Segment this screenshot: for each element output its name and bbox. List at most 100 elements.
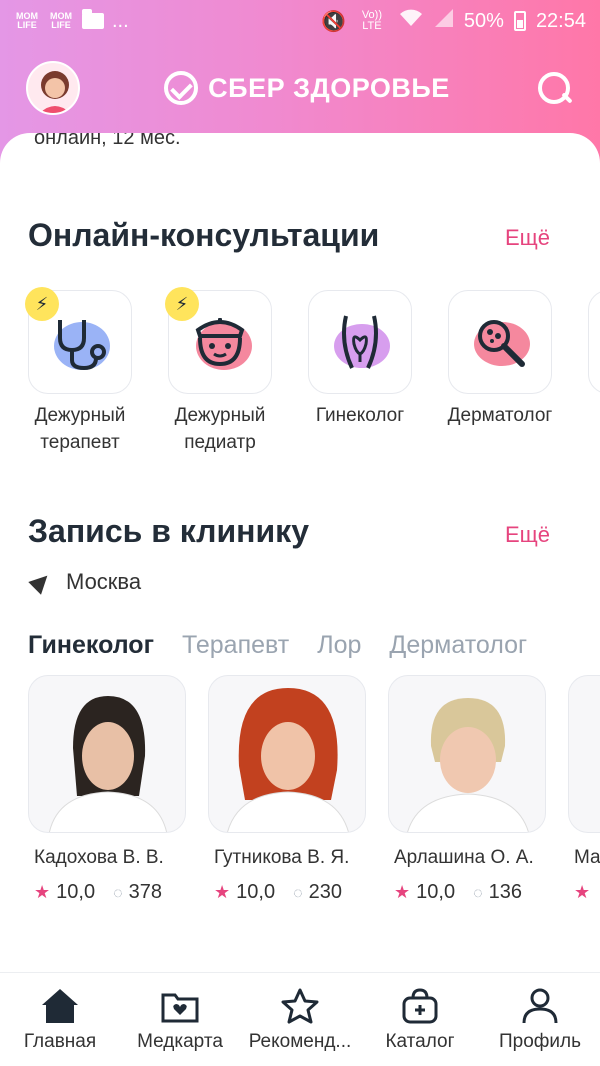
lightning-icon: ⚡ bbox=[25, 287, 59, 321]
consultation-item-pediatrician[interactable]: ⚡ Дежурный педиатр bbox=[165, 287, 272, 456]
logo-check-icon bbox=[164, 71, 199, 105]
consultation-card[interactable] bbox=[308, 290, 412, 394]
main-content: онлайн, 12 мес. Онлайн-консультации Ещё … bbox=[0, 133, 600, 973]
avatar[interactable] bbox=[26, 61, 80, 115]
rating-value: 10,0 bbox=[236, 881, 276, 903]
rating-value: 10,0 bbox=[416, 881, 456, 903]
nav-label: Каталог bbox=[385, 1030, 455, 1052]
rating: ★ 10,0 bbox=[394, 881, 455, 904]
consultations-title: Онлайн-консультации bbox=[28, 217, 380, 253]
logo-text: СБЕР ЗДОРОВЬЕ bbox=[208, 72, 450, 103]
doctor-card[interactable]: Ма ★ bbox=[568, 675, 600, 904]
doctor-photo bbox=[28, 675, 186, 833]
nav-item-profile[interactable]: Профиль bbox=[480, 987, 600, 1053]
consultation-card[interactable] bbox=[448, 290, 552, 394]
home-icon bbox=[42, 988, 78, 1023]
consultations-more-link[interactable]: Ещё bbox=[505, 225, 550, 251]
consultation-label: Дежурный терапевт bbox=[34, 405, 126, 453]
doctor-card[interactable]: Арлашина О. А. ★ 10,0 ◌ 136 bbox=[388, 675, 546, 904]
reviews: ◌ 230 bbox=[293, 881, 342, 904]
consultation-card[interactable]: ⚡ bbox=[25, 287, 132, 394]
bag-icon bbox=[402, 987, 438, 1023]
nav-item-home[interactable]: Главная bbox=[0, 987, 120, 1053]
doctor-stats: ★ 10,0 ◌ 230 bbox=[208, 881, 366, 904]
star-icon: ★ bbox=[214, 882, 231, 902]
mute-icon: 🔇 bbox=[321, 10, 346, 33]
rating-value: 10,0 bbox=[56, 881, 96, 903]
reviews: ◌ 136 bbox=[473, 881, 522, 904]
consultation-item-dermatologist[interactable]: Дерматолог bbox=[448, 290, 552, 456]
doctor-name: Кадохова В. В. bbox=[34, 847, 164, 868]
reviews: ◌ 378 bbox=[113, 881, 162, 904]
clinic-title: Запись в клинику bbox=[28, 513, 309, 549]
momlife-icon: MOM LIFE bbox=[16, 11, 38, 30]
doctor-name: Арлашина О. А. bbox=[394, 847, 534, 868]
signal-text: Vo)) LTE bbox=[361, 9, 382, 32]
doctor-portrait bbox=[227, 688, 349, 832]
comment-icon: ◌ bbox=[113, 885, 123, 902]
consultation-label: Гинеколог bbox=[315, 405, 405, 426]
avatar-image bbox=[39, 71, 71, 113]
consultation-card[interactable] bbox=[588, 290, 600, 394]
consultation-item-therapist[interactable]: ⚡ Дежурный терапевт bbox=[25, 287, 132, 456]
doctor-stats: ★ bbox=[568, 881, 600, 904]
doctor-photo bbox=[388, 675, 546, 833]
nav-label: Рекоменд... bbox=[248, 1030, 352, 1052]
consultation-item-gynecologist[interactable]: Гинеколог bbox=[308, 290, 412, 456]
nav-item-catalog[interactable]: Каталог bbox=[360, 987, 480, 1053]
wifi-icon bbox=[398, 8, 424, 34]
tab-dermatologist[interactable]: Дерматолог bbox=[389, 631, 527, 660]
doctor-name: Гутникова В. Я. bbox=[214, 847, 350, 868]
bottom-navigation: Главная Медкарта Рекоменд... Каталог Про… bbox=[0, 972, 600, 1066]
status-bar: MOM LIFE MOM LIFE ... 🔇 Vo)) LTE 50% 22:… bbox=[0, 0, 600, 42]
doctor-stats: ★ 10,0 ◌ 136 bbox=[388, 881, 546, 904]
star-icon: ★ bbox=[394, 882, 411, 902]
momlife-icon: MOM LIFE bbox=[50, 11, 72, 30]
gynecology-icon bbox=[334, 315, 390, 369]
profile-icon bbox=[522, 988, 558, 1023]
city-name: Москва bbox=[66, 569, 142, 594]
tab-ent[interactable]: Лор bbox=[317, 631, 361, 660]
battery-icon bbox=[513, 11, 526, 31]
rating: ★ 10,0 bbox=[214, 881, 275, 904]
dermatology-icon bbox=[474, 320, 530, 367]
city-selector[interactable]: Москва bbox=[30, 569, 141, 595]
nav-item-medcard[interactable]: Медкарта bbox=[120, 987, 240, 1053]
consultation-card[interactable]: ⚡ bbox=[165, 287, 272, 394]
search-icon[interactable] bbox=[534, 68, 574, 108]
doctor-card[interactable]: Гутникова В. Я. ★ 10,0 ◌ 230 bbox=[208, 675, 366, 904]
consultation-label: Дежурный педиатр bbox=[174, 405, 266, 453]
doctor-card[interactable]: Кадохова В. В. ★ 10,0 ◌ 378 bbox=[28, 675, 186, 904]
stethoscope-icon bbox=[54, 320, 110, 371]
folder-icon bbox=[82, 9, 104, 29]
nav-label: Главная bbox=[23, 1030, 97, 1052]
nav-item-recommendations[interactable]: Рекоменд... bbox=[240, 987, 360, 1053]
star-icon: ★ bbox=[574, 882, 591, 902]
rating: ★ 10,0 bbox=[34, 881, 95, 904]
reviews-count: 136 bbox=[488, 881, 522, 903]
doctor-name: Ма bbox=[574, 847, 600, 868]
pediatrician-icon bbox=[195, 318, 252, 370]
consultation-item-partial[interactable] bbox=[588, 290, 600, 456]
comment-icon: ◌ bbox=[473, 885, 483, 902]
app-logo: СБЕР ЗДОРОВЬЕ bbox=[164, 71, 450, 105]
doctor-list: Кадохова В. В. ★ 10,0 ◌ 378 Гутникова В. Я… bbox=[28, 675, 600, 904]
app-header: СБЕР ЗДОРОВЬЕ bbox=[0, 56, 600, 120]
clock: 22:54 bbox=[535, 9, 586, 32]
star-icon: ★ bbox=[34, 882, 51, 902]
medcard-icon bbox=[161, 993, 199, 1022]
doctor-photo bbox=[568, 675, 600, 833]
location-arrow-icon bbox=[30, 571, 52, 593]
cell-signal-icon bbox=[434, 8, 454, 34]
nav-label: Профиль bbox=[498, 1030, 582, 1052]
doctor-portrait bbox=[49, 696, 167, 832]
clinic-more-link[interactable]: Ещё bbox=[505, 522, 550, 548]
nav-label: Медкарта bbox=[137, 1030, 223, 1052]
comment-icon: ◌ bbox=[293, 885, 303, 902]
tab-therapist[interactable]: Терапевт bbox=[182, 631, 289, 660]
tab-gynecologist[interactable]: Гинеколог bbox=[28, 631, 154, 660]
reviews-count: 230 bbox=[308, 881, 342, 903]
previous-card-text: онлайн, 12 мес. bbox=[34, 133, 181, 149]
doctor-stats: ★ 10,0 ◌ 378 bbox=[28, 881, 186, 904]
lightning-icon: ⚡ bbox=[165, 287, 199, 321]
